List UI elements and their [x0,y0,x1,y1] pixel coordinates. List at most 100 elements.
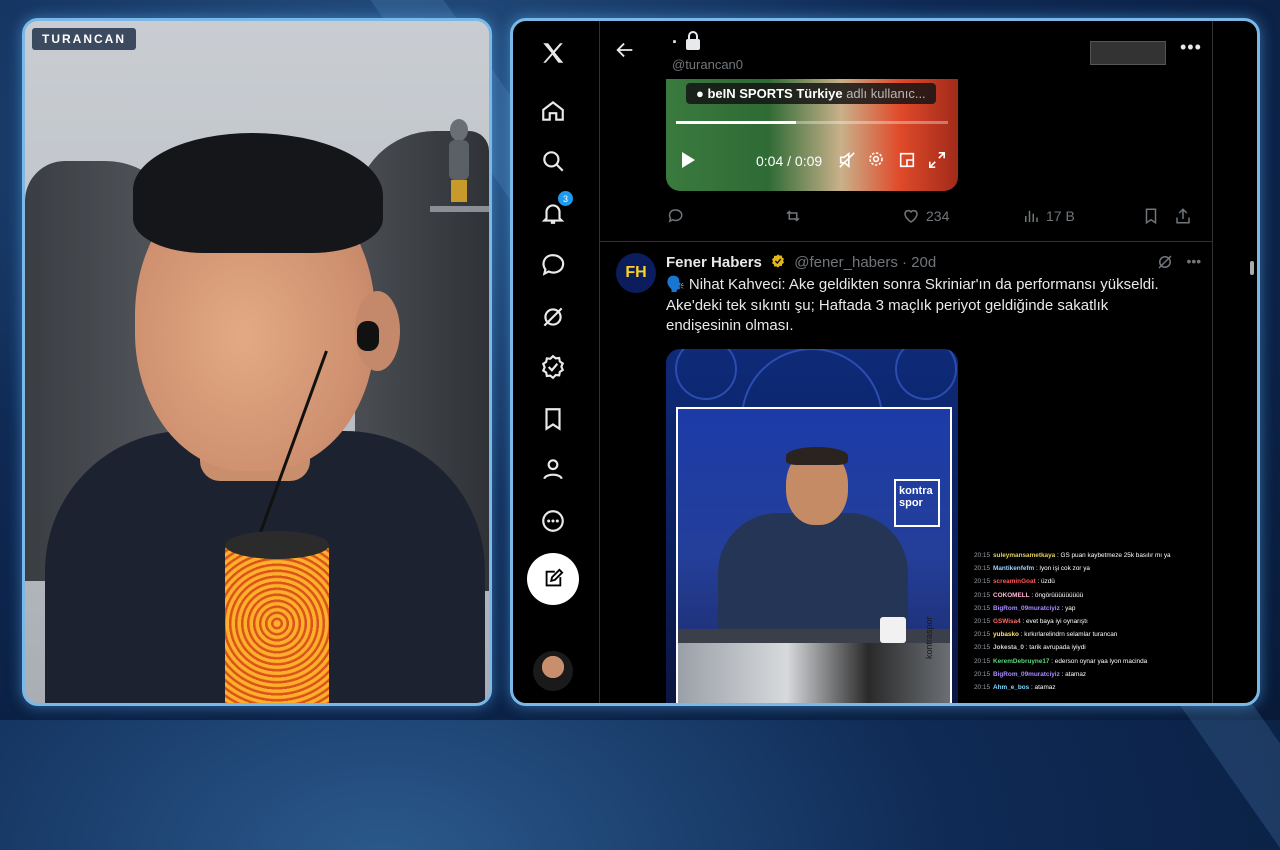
verified-badge-icon [772,254,785,268]
reply-icon [668,209,683,223]
x-sidebar: 3 [513,21,597,703]
heart-icon [904,209,918,223]
chat-username: Ahm_e_bos [993,684,1030,692]
profile-handle: @turancan0 [672,57,744,72]
chat-timestamp: 20:15 [974,591,990,599]
chat-message: 20:15 Mantikenfefm : lyon işi cok zor ya [974,562,1244,575]
bookmarks-icon[interactable] [535,401,571,437]
chat-message: 20:15 KeremDebruyne17 : ederson oynar yaa… [974,655,1244,668]
chat-timestamp: 20:15 [974,657,990,665]
more-icon[interactable] [535,503,571,539]
chat-message: 20:15 BigRom_09muratciyiz : atamaz [974,668,1244,681]
views-button[interactable]: 17 B [1022,207,1075,225]
grok-icon[interactable] [1156,253,1174,271]
chat-timestamp: 20:15 [974,684,990,692]
reply-button[interactable] [666,207,684,225]
tweet-author-name[interactable]: Fener Habers [666,254,762,271]
chat-message: 20:15 screaminGoat : üzdü [974,575,1244,588]
chat-text: : GS puan kaybetmeze 25k basılır mı ya [1055,552,1171,559]
tweet-video-player[interactable]: ● beIN SPORTS Türkiye adlı kullanıc... 0… [666,79,958,191]
chat-timestamp: 20:15 [974,644,990,652]
compose-icon [545,568,564,587]
chat-text: : tarik avrupada iyiydi [1023,644,1086,652]
webcam-panel [22,18,492,706]
chat-message: 20:15 COKOMELL : öngörüüüüüüüüü [974,589,1244,602]
chat-timestamp: 20:15 [974,578,990,586]
settings-gear-icon[interactable] [868,151,884,167]
chat-text: : evet baya iyi oynarıştı [1020,618,1088,626]
video-attribution: ● beIN SPORTS Türkiye adlı kullanıc... [686,83,936,104]
microphone [225,536,329,703]
earbud-icon [357,321,379,351]
chat-message: 20:15 GSWisa4 : evet baya iyi oynarıştı [974,615,1244,628]
streamer-name-tag: TURANCAN [32,28,136,50]
chat-text: : üzdü [1035,578,1055,586]
chat-text: : kırkırlarelindrn selamlar turancan [1018,631,1118,639]
header-thumbnail [1090,41,1166,65]
chat-message: 20:15 BigRom_09muratciyiz : yap [974,602,1244,615]
share-icon [1176,208,1190,224]
chat-username: BigRom_09muratciyiz [993,670,1060,678]
profile-name: . [672,27,678,47]
chat-message: 20:15 Jokesta_0 : tarik avrupada iyiydi [974,641,1244,654]
chat-username: Jokesta_0 [993,644,1024,652]
tweet-handle-time: @fener_habers · 20d [794,254,937,271]
chat-username: Mantikenfefm [993,565,1035,573]
grok-icon[interactable] [535,299,571,335]
shelf [430,206,489,212]
video-progress-bar[interactable] [676,121,948,124]
chat-text: : öngörüüüüüüüüü [1029,591,1084,599]
profile-icon[interactable] [535,451,571,487]
page-scrollbar[interactable] [1247,21,1257,703]
scroll-thumb[interactable] [1250,261,1254,275]
pundit-hair [786,447,848,465]
chat-text: : lyon işi cok zor ya [1034,565,1090,573]
chat-message: 20:15 suleymansametkaya : GS puan kaybetm… [974,549,1244,562]
account-avatar[interactable] [533,651,573,691]
repost-button[interactable] [784,207,802,225]
tweet-media[interactable]: kontra spor kontraspor [666,349,958,703]
notifications-icon[interactable]: 3 [535,191,573,231]
search-icon[interactable] [535,143,571,179]
like-count: 234 [926,208,950,224]
view-count: 17 B [1046,208,1075,224]
x-logo-icon[interactable] [535,35,571,71]
home-icon[interactable] [535,93,571,129]
mug [880,617,906,643]
like-button[interactable]: 234 [902,207,949,225]
tweet-text: 🗣️ Nihat Kahveci: Ake geldikten sonra Sk… [666,275,1186,337]
picture-in-picture-icon[interactable] [898,151,916,169]
chat-timestamp: 20:15 [974,565,990,573]
back-arrow-icon[interactable] [614,39,636,61]
bookmark-button[interactable] [1142,207,1160,225]
compose-button[interactable] [527,553,579,605]
starball-pattern [675,349,957,409]
play-icon[interactable] [680,151,696,169]
avatar-text: FH [616,253,656,293]
fullscreen-icon[interactable] [928,151,946,169]
chat-username: KeremDebruyne17 [993,657,1050,665]
tweet-actions: 234 17 B [666,207,1190,229]
tweet-body: Nihat Kahveci: Ake geldikten sonra Skrin… [666,276,1159,334]
views-icon [1025,210,1038,222]
studio-desk [678,629,950,643]
chat-text: : atamaz [1029,684,1056,692]
chat-text: : atamaz [1059,670,1087,678]
chat-username: yubasko [993,631,1019,639]
mute-icon[interactable] [838,151,856,169]
chat-timestamp: 20:15 [974,670,990,678]
chat-username: BigRom_09muratciyiz [993,604,1060,612]
chat-message: 20:15 yubasko : kırkırlarelindrn selamlar… [974,628,1244,641]
more-options-icon[interactable]: ••• [1180,37,1202,58]
share-button[interactable] [1174,207,1192,225]
chat-message: 20:15 Ahm_e_bos : atamaz [974,681,1244,694]
speaking-head-icon: 🗣️ [666,276,685,293]
channel-logo: kontra spor [894,479,940,527]
tweet-author-avatar[interactable]: FH [616,253,656,293]
video-time: 0:04 / 0:09 [756,153,823,169]
chat-timestamp: 20:15 [974,604,990,612]
verified-icon[interactable] [535,349,571,385]
tweet-more-icon[interactable]: ••• [1186,253,1201,269]
messages-icon[interactable] [535,247,571,283]
chat-text: : ederson oynar yaa lyon macinda [1049,657,1148,665]
